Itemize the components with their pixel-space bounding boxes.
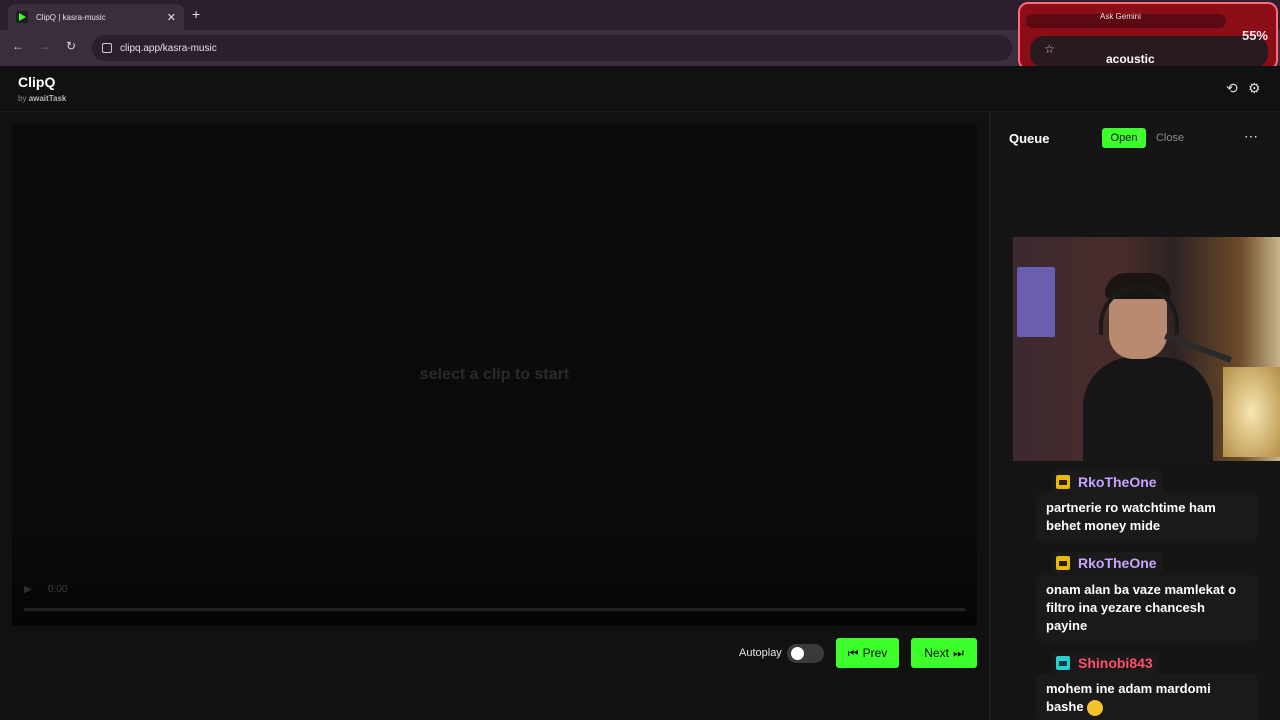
brand-title: ClipQ [18, 74, 56, 90]
next-label: Next [924, 646, 949, 660]
new-tab-icon[interactable]: + [192, 6, 200, 22]
reload-icon[interactable]: ↻ [66, 39, 76, 53]
play-favicon-icon [16, 11, 28, 23]
overlay-percent: 55% [1241, 28, 1268, 43]
wall-poster [1017, 267, 1055, 337]
site-settings-icon[interactable] [102, 43, 112, 53]
video-progress-bar[interactable] [24, 608, 965, 611]
chat-username-tag: Shinobi843 [1052, 652, 1159, 674]
lamp-light [1223, 367, 1280, 457]
url-field[interactable]: clipq.app/kasra-music [92, 35, 1012, 61]
prev-button[interactable]: ⏮ Prev [836, 638, 899, 668]
crown-badge-icon [1056, 556, 1070, 570]
ask-gemini-label: Ask Gemini [1100, 12, 1141, 21]
next-button[interactable]: Next ⏭ [911, 638, 977, 668]
close-tab-icon[interactable]: ✕ [167, 11, 176, 24]
queue-open-button[interactable]: Open [1102, 128, 1146, 148]
toggle-knob [791, 647, 804, 660]
chat-username: RkoTheOne [1078, 555, 1157, 571]
chat-message: mohem ine adam mardomi bashe [1036, 674, 1258, 720]
star-icon: ☆ [1044, 42, 1055, 56]
chat-message: onam alan ba vaze mamlekat o filtro ina … [1036, 575, 1258, 641]
browser-tab[interactable]: ClipQ | kasra-music ✕ [8, 4, 184, 30]
forward-icon[interactable]: → [38, 39, 50, 53]
autoplay-toggle[interactable] [787, 644, 824, 663]
app-header: ClipQ by awaitTask ⟲ ⚙ [0, 66, 1280, 112]
chat-message-text: mohem ine adam mardomi bashe [1046, 681, 1211, 714]
crown-badge-icon [1056, 475, 1070, 489]
streamer-body [1083, 357, 1213, 461]
subscriber-badge-icon [1056, 656, 1070, 670]
webcam-video [1013, 237, 1280, 461]
byline: by awaitTask [18, 94, 66, 103]
autoplay-label: Autoplay [739, 647, 782, 659]
chat-username-tag: RkoTheOne [1052, 552, 1163, 574]
skip-forward-icon: ⏭ [952, 645, 964, 660]
prev-label: Prev [862, 646, 888, 660]
stream-overlay: Ask Gemini ☆ 55% acoustic [1018, 2, 1278, 70]
chat-username: RkoTheOne [1078, 474, 1157, 490]
history-icon[interactable]: ⟲ [1226, 80, 1238, 97]
settings-sliders-icon[interactable]: ⚙ [1248, 80, 1261, 97]
byline-author: awaitTask [28, 94, 67, 103]
video-player[interactable]: select a clip to start ▶ 0:00 [12, 124, 977, 626]
skip-back-icon: ⏮ [847, 645, 859, 660]
url-text: clipq.app/kasra-music [120, 42, 217, 54]
emoji-icon [1087, 699, 1104, 716]
chat-username-tag: RkoTheOne [1052, 471, 1163, 493]
video-time: 0:00 [48, 584, 68, 595]
video-placeholder-text: select a clip to start [419, 366, 570, 383]
chat-username: Shinobi843 [1078, 655, 1153, 671]
overlay-tag: acoustic [1106, 52, 1155, 66]
queue-title: Queue [1009, 131, 1050, 146]
byline-prefix: by [18, 94, 27, 103]
queue-close-button[interactable]: Close [1148, 128, 1192, 148]
play-icon[interactable]: ▶ [24, 584, 32, 595]
tab-title: ClipQ | kasra-music [36, 12, 106, 22]
chat-message: partnerie ro watchtime ham behet money m… [1036, 493, 1258, 541]
more-options-icon[interactable]: ⋯ [1244, 128, 1258, 145]
back-icon[interactable]: ← [12, 39, 24, 53]
